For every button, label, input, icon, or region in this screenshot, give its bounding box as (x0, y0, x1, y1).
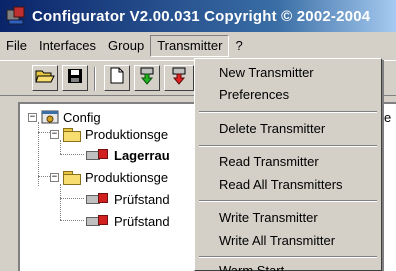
toolbar-separator (94, 67, 96, 91)
menu-item-label: Warm Start (219, 263, 285, 271)
tree-node-label: Lagerrau (114, 147, 170, 163)
save-disk-icon (67, 68, 83, 89)
folder-icon (63, 170, 81, 185)
menu-item-write-transmitter[interactable]: Write Transmitter (197, 208, 379, 228)
tree-connector (60, 198, 84, 199)
write-red-arrow-icon (171, 67, 187, 90)
configurator-window: Configurator V2.00.031 Copyright © 2002-… (0, 0, 396, 271)
window-title: Configurator V2.00.031 Copyright © 2002-… (32, 7, 371, 25)
menu-item-read-all-transmitters[interactable]: Read All Transmitters (197, 175, 379, 195)
menu-separator (199, 145, 377, 147)
collapse-icon[interactable]: − (50, 172, 59, 182)
menu-separator (199, 256, 377, 258)
title-bar[interactable]: Configurator V2.00.031 Copyright © 2002-… (0, 0, 396, 32)
collapse-icon[interactable]: − (50, 129, 59, 139)
menu-item-write-all-transmitter[interactable]: Write All Transmitter (197, 231, 379, 251)
tree-partial-text: e (384, 107, 391, 127)
menu-bar: File Interfaces Group Transmitter ? (0, 34, 396, 58)
menu-transmitter[interactable]: Transmitter (150, 35, 230, 57)
tree-connector (60, 220, 84, 221)
tree-connector (60, 184, 61, 220)
menu-item-preferences[interactable]: Preferences (197, 85, 379, 105)
tree-node-transmitter[interactable]: Lagerrau (82, 145, 170, 165)
transmitter-icon (86, 214, 110, 228)
tree-node-label: Prüfstand (114, 213, 170, 229)
folder-icon (63, 127, 81, 142)
tree-connector (60, 154, 84, 155)
config-icon (41, 109, 59, 125)
collapse-icon[interactable]: − (28, 112, 37, 122)
app-icon (6, 6, 26, 26)
menu-item-new-transmitter[interactable]: New Transmitter (197, 63, 379, 83)
tree-node-group[interactable]: − Produktionsge (50, 167, 168, 187)
tree-node-label: Prüfstand (114, 191, 170, 207)
tree-node-transmitter[interactable]: Prüfstand (82, 189, 170, 209)
tree-node-label: Produktionsge (85, 169, 169, 185)
tree-node-transmitter[interactable]: Prüfstand (82, 211, 170, 231)
menu-group[interactable]: Group (102, 35, 150, 57)
tree-node-group[interactable]: − Produktionsge (50, 124, 168, 144)
new-document-icon (110, 67, 124, 89)
menu-item-warm-start[interactable]: Warm Start (197, 261, 379, 271)
menu-interfaces[interactable]: Interfaces (33, 35, 102, 57)
tree-node-label: Config (63, 109, 101, 125)
read-button[interactable] (134, 65, 160, 91)
open-button[interactable] (32, 65, 58, 91)
transmitter-menu: New Transmitter Preferences Delete Trans… (194, 58, 382, 271)
tree-node-label: Produktionsge (85, 126, 169, 142)
write-button[interactable] (164, 65, 194, 91)
truncated-text: e (384, 109, 392, 125)
menu-file[interactable]: File (0, 35, 33, 57)
menu-item-delete-transmitter[interactable]: Delete Transmitter (197, 119, 379, 139)
menu-item-read-transmitter[interactable]: Read Transmitter (197, 152, 379, 172)
transmitter-icon (86, 192, 110, 206)
save-button[interactable] (62, 65, 88, 91)
transmitter-icon (86, 148, 110, 162)
read-green-arrow-icon (139, 67, 155, 90)
menu-separator (199, 200, 377, 202)
new-button[interactable] (104, 65, 130, 91)
menu-separator (199, 111, 377, 113)
menu-help[interactable]: ? (229, 35, 248, 57)
open-folder-icon (35, 68, 55, 89)
